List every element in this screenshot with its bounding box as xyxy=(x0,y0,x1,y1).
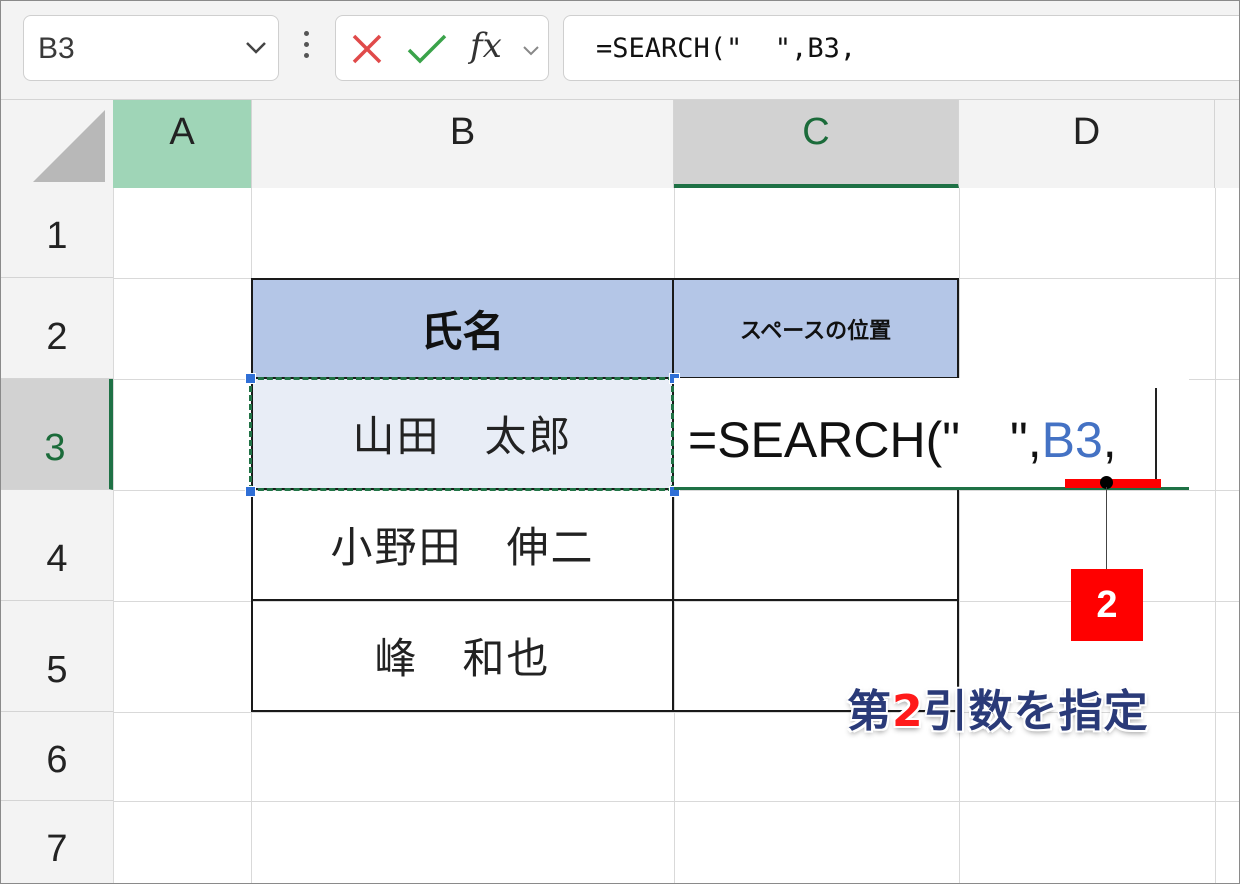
text-cursor xyxy=(1155,388,1157,480)
cell-b2-name-header[interactable]: 氏名 xyxy=(251,278,674,379)
callout-number: 2 xyxy=(892,686,924,737)
row-header-3[interactable]: 3 xyxy=(1,379,113,490)
formula-text: =SEARCH(" ",B3, xyxy=(596,33,857,64)
formula-buttons: fx xyxy=(335,15,549,81)
annotation-leader-line xyxy=(1106,487,1107,571)
select-all-corner[interactable] xyxy=(1,100,114,188)
chevron-down-icon[interactable] xyxy=(522,44,540,58)
column-header-e[interactable] xyxy=(1215,100,1239,188)
formula-prefix: =SEARCH(" ", xyxy=(688,412,1042,468)
cell-b5[interactable]: 峰 和也 xyxy=(251,601,674,712)
cancel-x-icon[interactable] xyxy=(350,32,384,66)
cell-c4[interactable] xyxy=(673,490,959,601)
name-box[interactable]: B3 xyxy=(23,15,279,81)
cell-c3-editing[interactable]: =SEARCH(" ",B3, xyxy=(674,378,1189,490)
row-header-2[interactable]: 2 xyxy=(1,278,113,379)
column-header-c[interactable]: C xyxy=(674,100,959,188)
select-all-triangle-icon xyxy=(33,110,105,182)
cell-c3-formula: =SEARCH(" ",B3, xyxy=(688,400,1117,472)
more-options-icon[interactable] xyxy=(301,31,311,65)
name-box-value: B3 xyxy=(38,32,75,65)
formula-input[interactable]: =SEARCH(" ",B3, xyxy=(563,15,1239,81)
annotation-underline xyxy=(1065,479,1161,488)
cell-c2-position-header[interactable]: スペースの位置 xyxy=(673,278,959,379)
column-header-d[interactable]: D xyxy=(959,100,1215,188)
insert-function-icon[interactable]: fx xyxy=(470,26,502,66)
enter-check-icon[interactable] xyxy=(406,32,448,66)
formula-suffix: , xyxy=(1102,412,1117,468)
gridline xyxy=(113,188,114,883)
gridline xyxy=(959,188,960,883)
gridline xyxy=(1215,188,1216,883)
callout-prefix: 第 xyxy=(847,686,892,737)
resize-handle[interactable] xyxy=(245,486,256,497)
formula-bar: B3 fx =SEARCH(" ",B3, xyxy=(1,1,1239,100)
row-header-1[interactable]: 1 xyxy=(1,188,113,278)
column-header-b[interactable]: B xyxy=(252,100,674,188)
reference-marquee xyxy=(249,377,674,491)
step-badge: 2 xyxy=(1071,569,1143,641)
callout-suffix: 引数を指定 xyxy=(923,686,1149,737)
column-header-a[interactable]: A xyxy=(113,100,252,188)
gridline xyxy=(113,801,1239,802)
row-header-4[interactable]: 4 xyxy=(1,490,113,601)
row-header-6[interactable]: 6 xyxy=(1,712,113,801)
spreadsheet-window: B3 fx =SEARCH(" ",B3, A B C D 1 2 3 4 5 … xyxy=(0,0,1240,884)
row-header-5[interactable]: 5 xyxy=(1,601,113,712)
resize-handle[interactable] xyxy=(245,373,256,384)
chevron-down-icon[interactable] xyxy=(244,40,268,56)
cell-b4[interactable]: 小野田 伸二 xyxy=(251,490,674,601)
formula-reference: B3 xyxy=(1041,412,1103,468)
row-header-7[interactable]: 7 xyxy=(1,801,113,883)
annotation-callout: 第2引数を指定 xyxy=(847,675,1149,739)
